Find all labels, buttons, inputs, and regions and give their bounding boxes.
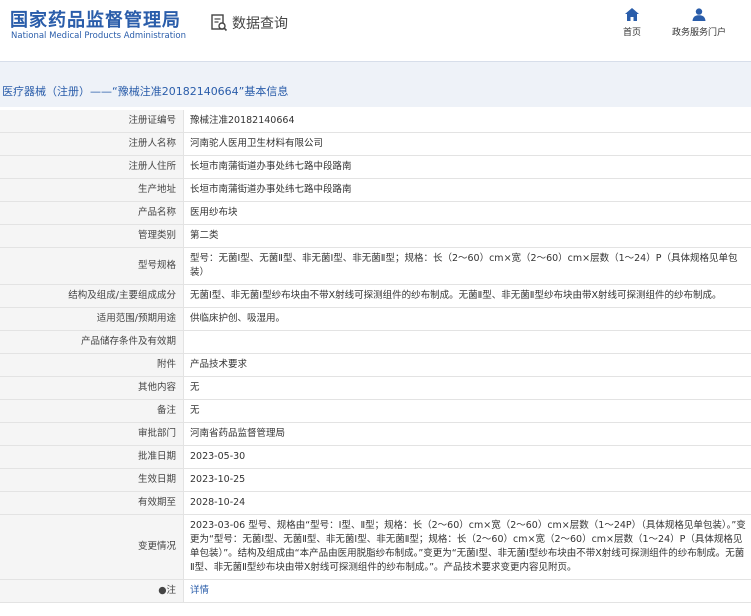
table-row: 注册人住所 长垣市南蒲街道办事处纬七路中段路南 xyxy=(0,155,751,179)
logo-title[interactable]: 国家药品监督管理局 xyxy=(10,6,181,32)
data-query-label: 数据查询 xyxy=(232,16,288,32)
table-row: 生产地址 长垣市南蒲街道办事处纬七路中段路南 xyxy=(0,178,751,202)
table-row: 产品名称 医用纱布块 xyxy=(0,201,751,225)
field-value: 2023-05-30 xyxy=(183,445,751,469)
field-label: 型号规格 xyxy=(0,247,184,285)
table-row: 其他内容无 xyxy=(0,376,751,400)
nav-service-portal[interactable]: 政务服务门户 xyxy=(672,8,726,38)
field-label: 产品名称 xyxy=(0,201,184,225)
field-value: 2023-10-25 xyxy=(183,468,751,492)
field-value: 型号：无菌Ⅰ型、无菌Ⅱ型、非无菌Ⅰ型、非无菌Ⅱ型；规格：长（2～60）cm×宽（… xyxy=(183,247,751,285)
field-value: 2028-10-24 xyxy=(183,491,751,515)
field-value: 详情 xyxy=(183,579,751,603)
table-row: 产品储存条件及有效期 xyxy=(0,330,751,354)
field-value: 豫械注准20182140664 xyxy=(183,110,751,133)
field-label: 审批部门 xyxy=(0,422,184,446)
field-value: 第二类 xyxy=(183,224,751,248)
field-label: 注册人名称 xyxy=(0,132,184,156)
field-value: 河南省药品监督管理局 xyxy=(183,422,751,446)
field-label: 批准日期 xyxy=(0,445,184,469)
field-label: 变更情况 xyxy=(0,514,184,580)
table-row: 有效期至 2028-10-24 xyxy=(0,491,751,515)
user-icon xyxy=(692,8,706,21)
table-row: ●注 详情 xyxy=(0,579,751,603)
field-label: 生产地址 xyxy=(0,178,184,202)
table-row: 管理类别 第二类 xyxy=(0,224,751,248)
field-value: 2023-03-06 型号、规格由“型号：Ⅰ型、Ⅱ型；规格：长（2～60）cm×… xyxy=(183,514,751,580)
field-label: 适用范围/预期用途 xyxy=(0,307,184,331)
details-link[interactable]: 详情 xyxy=(190,585,209,596)
table-row: 审批部门 河南省药品监督管理局 xyxy=(0,422,751,446)
table-row: 结构及组成/主要组成成分 无菌Ⅰ型、非无菌Ⅰ型纱布块由不带X射线可探测组件的纱布制… xyxy=(0,284,751,308)
field-value: 无菌Ⅰ型、非无菌Ⅰ型纱布块由不带X射线可探测组件的纱布制成。无菌Ⅱ型、非无菌Ⅱ型… xyxy=(183,284,751,308)
table-row: 适用范围/预期用途 供临床护创、吸湿用。 xyxy=(0,307,751,331)
field-label: 管理类别 xyxy=(0,224,184,248)
table-row: 生效日期 2023-10-25 xyxy=(0,468,751,492)
field-label: 备注 xyxy=(0,399,184,423)
table-row: 型号规格 型号：无菌Ⅰ型、无菌Ⅱ型、非无菌Ⅰ型、非无菌Ⅱ型；规格：长（2～60）c… xyxy=(0,247,751,285)
table-row: 批准日期 2023-05-30 xyxy=(0,445,751,469)
title-bar: 医疗器械（注册）——“豫械注准20182140664”基本信息 xyxy=(0,61,751,107)
field-label: 注册人住所 xyxy=(0,155,184,179)
field-label: 注册证编号 xyxy=(0,110,184,133)
field-value: 产品技术要求 xyxy=(183,353,751,377)
field-value: 供临床护创、吸湿用。 xyxy=(183,307,751,331)
page-title: 医疗器械（注册）——“豫械注准20182140664”基本信息 xyxy=(2,85,289,98)
field-value: 长垣市南蒲街道办事处纬七路中段路南 xyxy=(183,155,751,179)
field-label: 结构及组成/主要组成成分 xyxy=(0,284,184,308)
field-value: 无 xyxy=(183,376,751,400)
field-value: 河南驼人医用卫生材料有限公司 xyxy=(183,132,751,156)
field-label: 附件 xyxy=(0,353,184,377)
field-value: 无 xyxy=(183,399,751,423)
field-label: 其他内容 xyxy=(0,376,184,400)
nav-service-portal-label: 政务服务门户 xyxy=(672,28,727,38)
table-row: 注册人名称 河南驼人医用卫生材料有限公司 xyxy=(0,132,751,156)
field-label: ●注 xyxy=(0,579,184,603)
nav-home-label: 首页 xyxy=(623,28,642,38)
table-row: 变更情况 2023-03-06 型号、规格由“型号：Ⅰ型、Ⅱ型；规格：长（2～60… xyxy=(0,514,751,580)
field-value xyxy=(183,330,751,354)
field-value: 长垣市南蒲街道办事处纬七路中段路南 xyxy=(183,178,751,202)
data-query-icon xyxy=(211,14,228,32)
site-header: 国家药品监督管理局 National Medical Products Admi… xyxy=(0,0,751,52)
field-label: 产品储存条件及有效期 xyxy=(0,330,184,354)
table-row: 注册证编号 豫械注准20182140664 xyxy=(0,110,751,133)
logo-subtitle: National Medical Products Administration xyxy=(11,31,186,41)
table-row: 备注无 xyxy=(0,399,751,423)
field-label: 有效期至 xyxy=(0,491,184,515)
field-label: 生效日期 xyxy=(0,468,184,492)
info-table: 注册证编号 豫械注准20182140664 注册人名称 河南驼人医用卫生材料有限公司注… xyxy=(0,110,751,603)
home-icon xyxy=(625,8,639,21)
table-row: 附件 产品技术要求 xyxy=(0,353,751,377)
data-query-link[interactable]: 数据查询 xyxy=(210,13,288,33)
nav-home[interactable]: 首页 xyxy=(623,8,641,38)
field-value: 医用纱布块 xyxy=(183,201,751,225)
